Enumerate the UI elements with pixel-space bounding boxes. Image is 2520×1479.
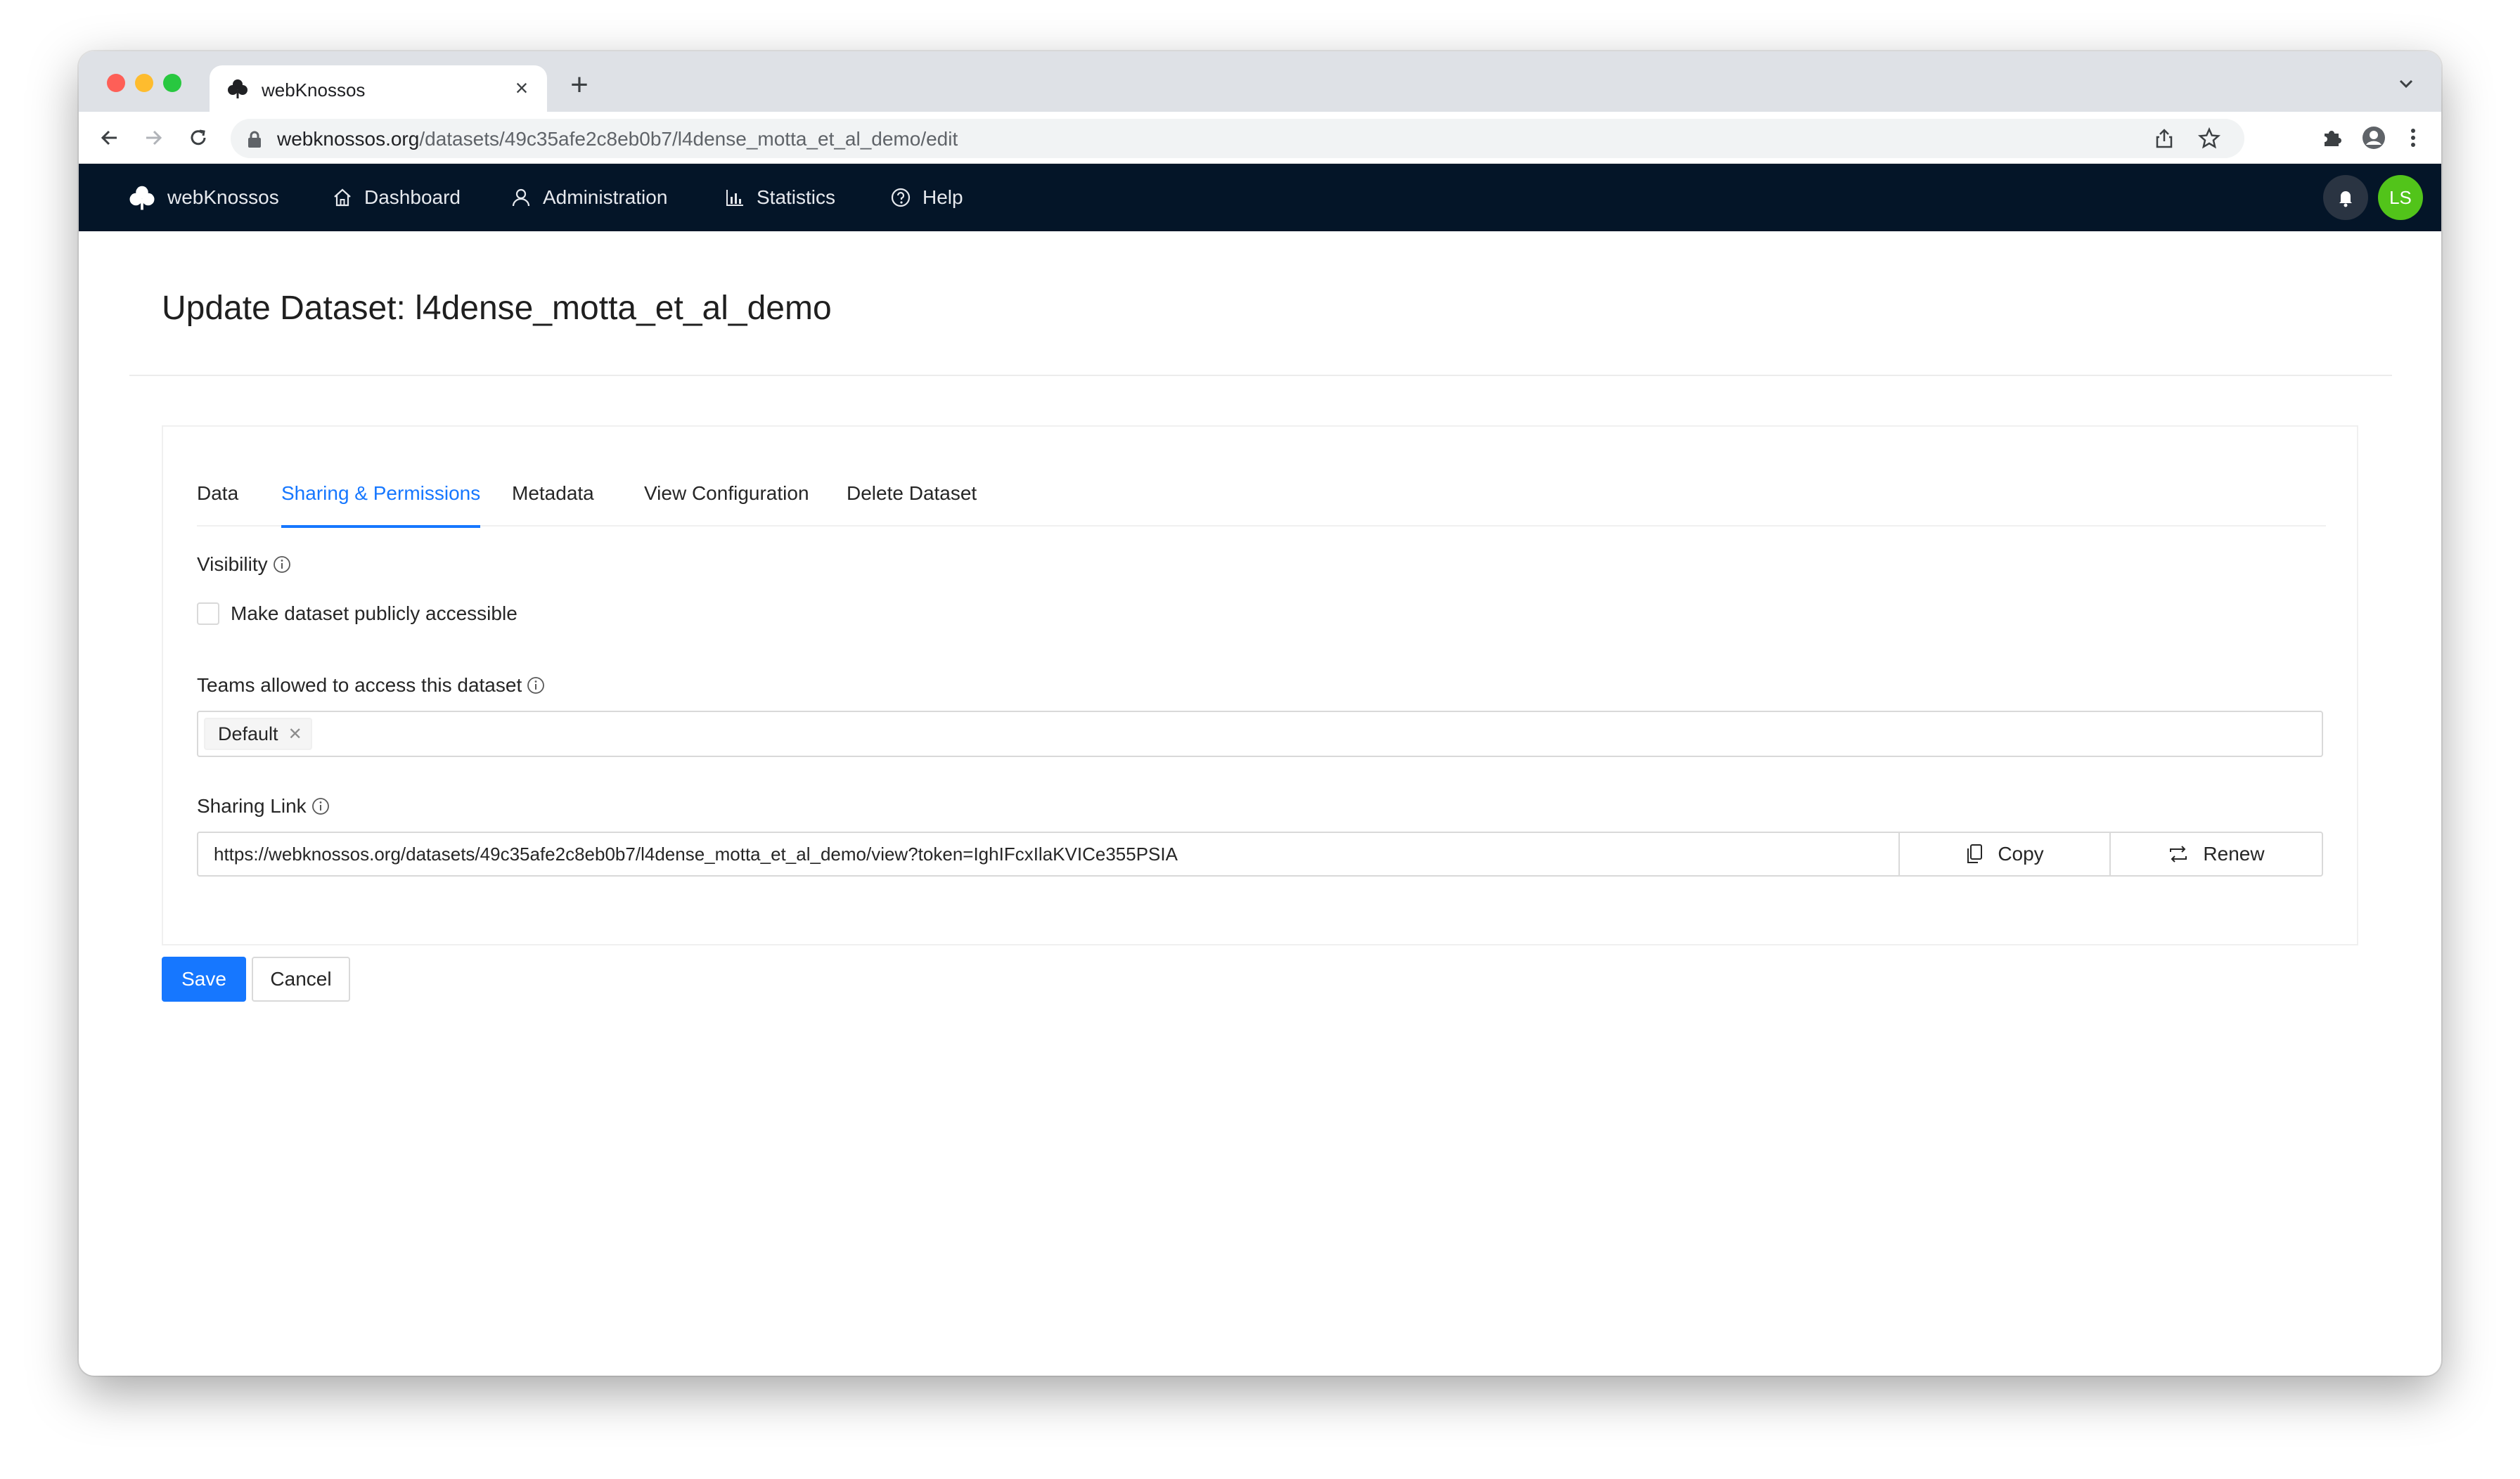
public-access-label[interactable]: Make dataset publicly accessible [231, 602, 518, 625]
lock-icon[interactable] [246, 130, 263, 148]
url-text[interactable]: webknossos.org/datasets/49c35afe2c8eb0b7… [277, 128, 958, 150]
cancel-button[interactable]: Cancel [252, 957, 350, 1002]
team-tag: Default ✕ [204, 718, 312, 750]
browser-tab-strip: webKnossos × + [79, 51, 2441, 112]
profile-icon[interactable] [2360, 124, 2388, 152]
settings-card: Data Sharing & Permissions Metadata View… [162, 425, 2358, 945]
nav-item-dashboard[interactable]: Dashboard [332, 164, 461, 231]
tab-delete-dataset[interactable]: Delete Dataset [847, 472, 977, 527]
new-tab-icon[interactable]: + [564, 70, 595, 101]
nav-label: Administration [543, 186, 668, 208]
webknossos-logo-icon [228, 79, 248, 98]
bell-icon [2339, 191, 2352, 207]
nav-brand[interactable]: webKnossos [128, 164, 279, 231]
public-access-checkbox[interactable] [197, 602, 219, 625]
app-navbar: webKnossos Dashboard Administration Stat… [79, 164, 2441, 231]
reload-icon[interactable] [184, 124, 212, 152]
tab-view-configuration[interactable]: View Configuration [644, 472, 809, 527]
copy-icon [1967, 844, 1983, 863]
browser-toolbar: webknossos.org/datasets/49c35afe2c8eb0b7… [79, 112, 2441, 164]
info-circle-icon[interactable] [526, 676, 546, 695]
url-path: /datasets/49c35afe2c8eb0b7/l4dense_motta… [419, 128, 958, 150]
url-host: webknossos.org [277, 128, 420, 150]
visibility-label: Visibility [197, 553, 292, 576]
sharing-link-label: Sharing Link [197, 795, 330, 818]
webknossos-logo-icon [129, 186, 155, 210]
window-close-button[interactable] [107, 74, 125, 92]
renew-label: Renew [2203, 843, 2265, 865]
teams-select[interactable]: Default ✕ [197, 711, 2323, 757]
nav-label: Dashboard [364, 186, 461, 208]
visibility-label-text: Visibility [197, 553, 268, 575]
nav-item-statistics[interactable]: Statistics [724, 164, 835, 231]
renew-sync-icon [2170, 846, 2187, 863]
team-tag-label: Default [218, 723, 278, 744]
share-icon[interactable] [2152, 126, 2177, 151]
teams-label: Teams allowed to access this dataset [197, 674, 546, 697]
bookmark-star-icon[interactable] [2197, 126, 2222, 151]
bar-chart-icon [726, 190, 743, 206]
copy-label: Copy [1998, 843, 2044, 865]
back-arrow-icon[interactable] [96, 124, 124, 152]
nav-item-administration[interactable]: Administration [510, 164, 667, 231]
copy-link-button[interactable]: Copy [1898, 832, 2111, 877]
sharing-link-value: https://webknossos.org/datasets/49c35afe… [214, 844, 1178, 865]
info-circle-icon[interactable] [311, 796, 330, 816]
avatar[interactable]: LS [2378, 175, 2423, 220]
active-tab-indicator [281, 525, 481, 528]
sharing-link-label-text: Sharing Link [197, 795, 307, 817]
header-divider [129, 375, 2392, 376]
tab-data[interactable]: Data [197, 472, 238, 527]
question-circle-icon [891, 188, 911, 207]
tab-sharing-permissions[interactable]: Sharing & Permissions [281, 472, 481, 528]
window-minimize-button[interactable] [135, 74, 153, 92]
tag-close-icon[interactable]: ✕ [288, 724, 302, 744]
forward-arrow-icon[interactable] [139, 124, 167, 152]
tab-close-icon[interactable]: × [509, 75, 534, 101]
tab-metadata[interactable]: Metadata [512, 472, 594, 527]
browser-tab[interactable]: webKnossos × [210, 65, 547, 112]
info-circle-icon[interactable] [272, 555, 292, 574]
save-button[interactable]: Save [162, 957, 246, 1002]
sharing-link-input[interactable]: https://webknossos.org/datasets/49c35afe… [197, 832, 1898, 877]
home-icon [334, 188, 351, 207]
brand-label: webKnossos [167, 186, 279, 208]
browser-tab-title: webKnossos [262, 79, 366, 101]
nav-label: Help [922, 186, 963, 208]
settings-tabs: Data Sharing & Permissions Metadata View… [197, 472, 2326, 528]
browser-window: webKnossos × + webknossos.org/datasets/4… [79, 51, 2441, 1376]
browser-menu-icon[interactable] [2399, 124, 2427, 152]
nav-label: Statistics [757, 186, 836, 208]
teams-label-text: Teams allowed to access this dataset [197, 674, 522, 696]
window-zoom-button[interactable] [163, 74, 181, 92]
tab-search-chevron-icon[interactable] [2392, 70, 2420, 98]
page-title: Update Dataset: l4dense_motta_et_al_demo [162, 290, 832, 327]
renew-link-button[interactable]: Renew [2109, 832, 2323, 877]
address-bar[interactable]: webknossos.org/datasets/49c35afe2c8eb0b7… [231, 119, 2244, 158]
tab-label: Sharing & Permissions [281, 482, 481, 504]
notifications-button[interactable] [2323, 175, 2368, 220]
nav-item-help[interactable]: Help [890, 164, 963, 231]
extensions-puzzle-icon[interactable] [2318, 124, 2346, 152]
user-admin-icon [512, 188, 530, 207]
